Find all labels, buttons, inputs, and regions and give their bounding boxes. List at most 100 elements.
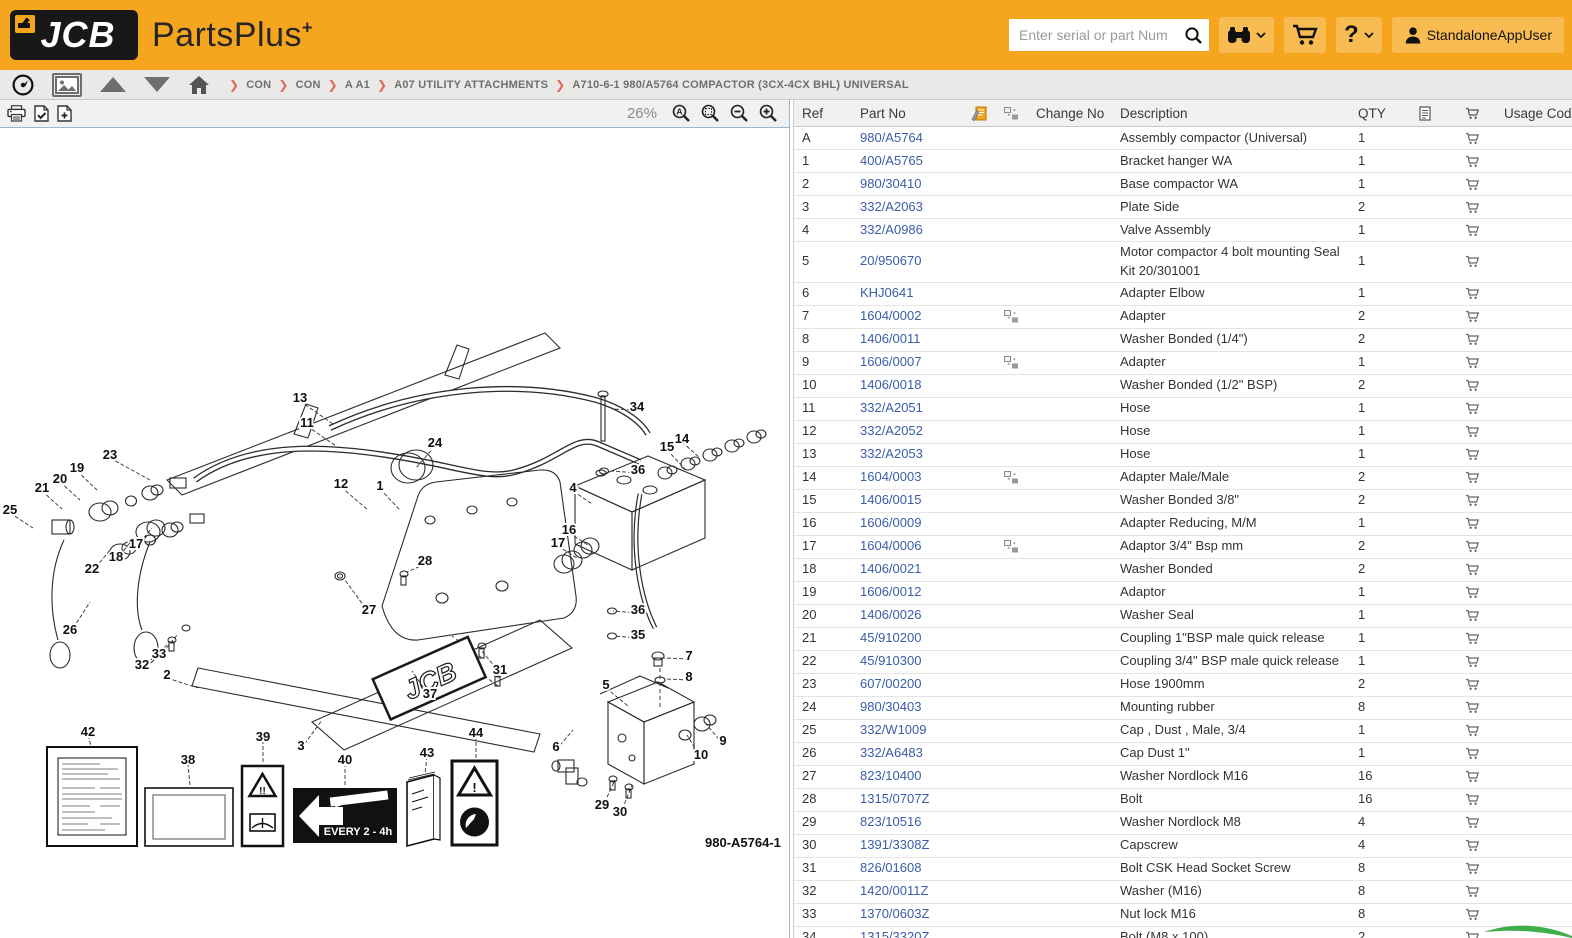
add-to-cart-button[interactable] xyxy=(1465,425,1479,438)
callout-32[interactable]: 32 xyxy=(133,655,151,674)
hierarchy-icon[interactable] xyxy=(1003,471,1019,484)
hierarchy-icon[interactable] xyxy=(1003,356,1019,369)
col-part-no[interactable]: Part No xyxy=(852,106,964,121)
part-number-link[interactable]: 45/910300 xyxy=(860,653,921,668)
part-number-link[interactable]: 980/A5764 xyxy=(860,130,923,145)
add-to-cart-button[interactable] xyxy=(1465,839,1479,852)
add-to-cart-button[interactable] xyxy=(1465,132,1479,145)
add-to-cart-button[interactable] xyxy=(1465,402,1479,415)
part-number-link[interactable]: 1406/0021 xyxy=(860,561,921,576)
add-to-cart-button[interactable] xyxy=(1465,816,1479,829)
callout-14[interactable]: 14 xyxy=(673,429,692,448)
down-triangle-icon[interactable] xyxy=(144,77,170,92)
part-number-link[interactable]: 332/A2052 xyxy=(860,423,923,438)
add-to-cart-button[interactable] xyxy=(1465,224,1479,237)
callout-39[interactable]: 39 xyxy=(254,727,272,746)
add-to-cart-button[interactable] xyxy=(1465,310,1479,323)
callout-36[interactable]: 36 xyxy=(629,460,647,479)
callout-33[interactable]: 33 xyxy=(150,644,168,663)
part-number-link[interactable]: 607/00200 xyxy=(860,676,921,691)
callout-37[interactable]: 37 xyxy=(421,684,439,703)
callout-30[interactable]: 30 xyxy=(611,802,629,821)
part-number-link[interactable]: 1406/0018 xyxy=(860,377,921,392)
part-number-link[interactable]: 332/A6483 xyxy=(860,745,923,760)
callout-18[interactable]: 18 xyxy=(107,547,125,566)
callout-23[interactable]: 23 xyxy=(101,445,119,464)
callout-20[interactable]: 20 xyxy=(51,469,69,488)
part-number-link[interactable]: 1606/0012 xyxy=(860,584,921,599)
part-number-link[interactable]: 1420/0011Z xyxy=(860,883,928,898)
add-to-cart-button[interactable] xyxy=(1465,609,1479,622)
home-icon[interactable] xyxy=(188,75,210,95)
add-to-cart-button[interactable] xyxy=(1465,178,1479,191)
add-to-cart-button[interactable] xyxy=(1465,379,1479,392)
add-to-cart-button[interactable] xyxy=(1465,586,1479,599)
part-number-link[interactable]: 1315/3320Z xyxy=(860,929,929,938)
part-number-link[interactable]: 1391/3308Z xyxy=(860,837,929,852)
part-number-link[interactable]: 332/A2051 xyxy=(860,400,923,415)
callout-2[interactable]: 2 xyxy=(161,665,172,684)
add-to-cart-button[interactable] xyxy=(1465,655,1479,668)
breadcrumb-item-1[interactable]: CON xyxy=(246,79,271,91)
callout-36[interactable]: 36 xyxy=(629,600,647,619)
col-description[interactable]: Description xyxy=(1112,106,1350,121)
part-number-link[interactable]: 1604/0003 xyxy=(860,469,921,484)
callout-11[interactable]: 11 xyxy=(298,413,316,432)
help-button[interactable]: ? xyxy=(1336,17,1382,53)
part-number-link[interactable]: 1606/0009 xyxy=(860,515,921,530)
callout-6[interactable]: 6 xyxy=(550,737,561,756)
part-number-link[interactable]: 823/10516 xyxy=(860,814,921,829)
add-document-button[interactable] xyxy=(56,104,73,123)
add-to-cart-button[interactable] xyxy=(1465,632,1479,645)
advanced-search-button[interactable] xyxy=(1219,17,1275,53)
compass-icon[interactable] xyxy=(12,74,34,96)
part-number-link[interactable]: 400/A5765 xyxy=(860,153,923,168)
zoom-out-button[interactable] xyxy=(729,103,750,124)
callout-31[interactable]: 31 xyxy=(491,660,509,679)
add-to-cart-button[interactable] xyxy=(1465,793,1479,806)
callout-10[interactable]: 10 xyxy=(692,745,710,764)
callout-9[interactable]: 9 xyxy=(717,731,728,750)
callout-25[interactable]: 25 xyxy=(1,500,19,519)
part-number-link[interactable]: 826/01608 xyxy=(860,860,921,875)
breadcrumb-item-4[interactable]: A07 UTILITY ATTACHMENTS xyxy=(394,79,548,91)
callout-27[interactable]: 27 xyxy=(360,600,378,619)
part-number-link[interactable]: 823/10400 xyxy=(860,768,921,783)
callout-42[interactable]: 42 xyxy=(79,722,97,741)
add-to-cart-button[interactable] xyxy=(1465,563,1479,576)
hierarchy-icon[interactable] xyxy=(1003,106,1019,120)
part-number-link[interactable]: 1604/0002 xyxy=(860,308,921,323)
callout-3[interactable]: 3 xyxy=(295,736,306,755)
cart-column-icon[interactable] xyxy=(1465,107,1479,120)
add-to-cart-button[interactable] xyxy=(1465,155,1479,168)
add-to-cart-button[interactable] xyxy=(1465,724,1479,737)
part-number-link[interactable]: KHJ0641 xyxy=(860,285,913,300)
callout-35[interactable]: 35 xyxy=(629,625,647,644)
jcb-logo[interactable]: JCB xyxy=(10,10,138,60)
part-number-link[interactable]: 1406/0015 xyxy=(860,492,921,507)
callout-13[interactable]: 13 xyxy=(291,388,309,407)
add-to-cart-button[interactable] xyxy=(1465,678,1479,691)
print-button[interactable] xyxy=(6,104,27,123)
part-number-link[interactable]: 20/950670 xyxy=(860,253,921,268)
add-to-cart-button[interactable] xyxy=(1465,471,1479,484)
add-to-cart-button[interactable] xyxy=(1465,770,1479,783)
callout-40[interactable]: 40 xyxy=(336,750,354,769)
col-ref[interactable]: Ref xyxy=(794,106,852,121)
export-document-button[interactable] xyxy=(33,104,50,123)
add-to-cart-button[interactable] xyxy=(1465,540,1479,553)
part-number-link[interactable]: 980/30410 xyxy=(860,176,921,191)
callout-21[interactable]: 21 xyxy=(33,478,51,497)
search-button[interactable] xyxy=(1177,19,1210,51)
callout-38[interactable]: 38 xyxy=(179,750,197,769)
callout-17[interactable]: 17 xyxy=(127,534,145,553)
add-to-cart-button[interactable] xyxy=(1465,517,1479,530)
part-number-link[interactable]: 1406/0026 xyxy=(860,607,921,622)
breadcrumb-item-3[interactable]: A A1 xyxy=(345,79,370,91)
user-button[interactable]: StandaloneAppUser xyxy=(1391,17,1564,53)
callout-34[interactable]: 34 xyxy=(628,397,647,416)
callout-29[interactable]: 29 xyxy=(593,795,611,814)
add-to-cart-button[interactable] xyxy=(1465,287,1479,300)
callout-22[interactable]: 22 xyxy=(83,559,101,578)
part-number-link[interactable]: 1370/0603Z xyxy=(860,906,929,921)
